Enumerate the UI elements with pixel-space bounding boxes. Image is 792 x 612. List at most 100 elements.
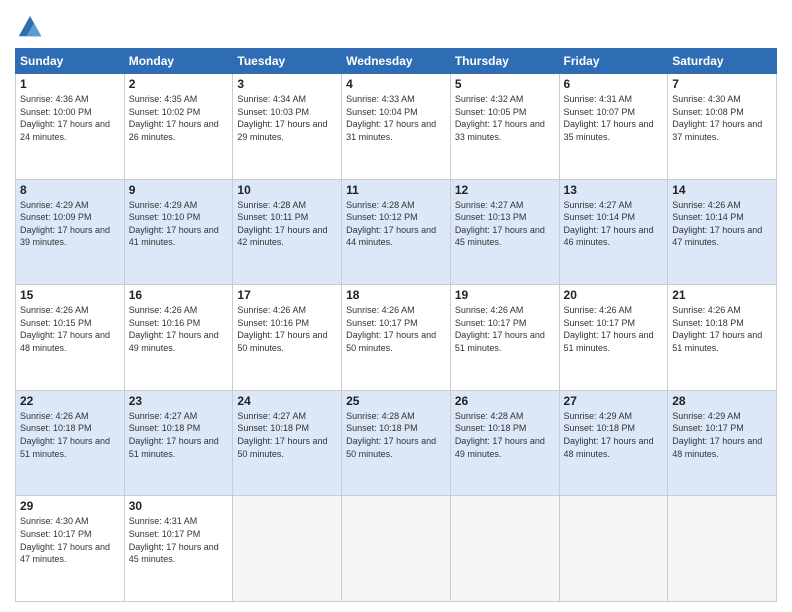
day-cell: 24 Sunrise: 4:27 AM Sunset: 10:18 PM Day… bbox=[233, 390, 342, 496]
day-info: Sunrise: 4:29 AM Sunset: 10:10 PM Daylig… bbox=[129, 199, 229, 249]
day-cell: 23 Sunrise: 4:27 AM Sunset: 10:18 PM Day… bbox=[124, 390, 233, 496]
day-cell: 8 Sunrise: 4:29 AM Sunset: 10:09 PM Dayl… bbox=[16, 179, 125, 285]
day-cell bbox=[233, 496, 342, 602]
day-cell: 20 Sunrise: 4:26 AM Sunset: 10:17 PM Day… bbox=[559, 285, 668, 391]
day-number: 10 bbox=[237, 183, 337, 197]
day-cell: 14 Sunrise: 4:26 AM Sunset: 10:14 PM Day… bbox=[668, 179, 777, 285]
day-info: Sunrise: 4:30 AM Sunset: 10:08 PM Daylig… bbox=[672, 93, 772, 143]
day-cell: 13 Sunrise: 4:27 AM Sunset: 10:14 PM Day… bbox=[559, 179, 668, 285]
day-info: Sunrise: 4:26 AM Sunset: 10:17 PM Daylig… bbox=[346, 304, 446, 354]
day-number: 1 bbox=[20, 77, 120, 91]
col-header-wednesday: Wednesday bbox=[342, 49, 451, 74]
day-cell: 22 Sunrise: 4:26 AM Sunset: 10:18 PM Day… bbox=[16, 390, 125, 496]
day-number: 23 bbox=[129, 394, 229, 408]
day-cell: 10 Sunrise: 4:28 AM Sunset: 10:11 PM Day… bbox=[233, 179, 342, 285]
day-cell: 6 Sunrise: 4:31 AM Sunset: 10:07 PM Dayl… bbox=[559, 74, 668, 180]
day-info: Sunrise: 4:31 AM Sunset: 10:17 PM Daylig… bbox=[129, 515, 229, 565]
day-number: 30 bbox=[129, 499, 229, 513]
week-row-2: 8 Sunrise: 4:29 AM Sunset: 10:09 PM Dayl… bbox=[16, 179, 777, 285]
day-cell bbox=[450, 496, 559, 602]
week-row-1: 1 Sunrise: 4:36 AM Sunset: 10:00 PM Dayl… bbox=[16, 74, 777, 180]
day-info: Sunrise: 4:29 AM Sunset: 10:09 PM Daylig… bbox=[20, 199, 120, 249]
day-number: 27 bbox=[564, 394, 664, 408]
day-number: 4 bbox=[346, 77, 446, 91]
day-number: 8 bbox=[20, 183, 120, 197]
day-info: Sunrise: 4:26 AM Sunset: 10:16 PM Daylig… bbox=[237, 304, 337, 354]
day-number: 14 bbox=[672, 183, 772, 197]
day-number: 22 bbox=[20, 394, 120, 408]
day-info: Sunrise: 4:34 AM Sunset: 10:03 PM Daylig… bbox=[237, 93, 337, 143]
week-row-5: 29 Sunrise: 4:30 AM Sunset: 10:17 PM Day… bbox=[16, 496, 777, 602]
day-cell bbox=[559, 496, 668, 602]
page: SundayMondayTuesdayWednesdayThursdayFrid… bbox=[0, 0, 792, 612]
day-info: Sunrise: 4:26 AM Sunset: 10:17 PM Daylig… bbox=[564, 304, 664, 354]
calendar: SundayMondayTuesdayWednesdayThursdayFrid… bbox=[15, 48, 777, 602]
day-cell: 15 Sunrise: 4:26 AM Sunset: 10:15 PM Day… bbox=[16, 285, 125, 391]
day-info: Sunrise: 4:28 AM Sunset: 10:18 PM Daylig… bbox=[346, 410, 446, 460]
day-number: 13 bbox=[564, 183, 664, 197]
day-info: Sunrise: 4:29 AM Sunset: 10:17 PM Daylig… bbox=[672, 410, 772, 460]
day-info: Sunrise: 4:27 AM Sunset: 10:14 PM Daylig… bbox=[564, 199, 664, 249]
day-cell: 4 Sunrise: 4:33 AM Sunset: 10:04 PM Dayl… bbox=[342, 74, 451, 180]
day-number: 18 bbox=[346, 288, 446, 302]
day-info: Sunrise: 4:35 AM Sunset: 10:02 PM Daylig… bbox=[129, 93, 229, 143]
day-info: Sunrise: 4:29 AM Sunset: 10:18 PM Daylig… bbox=[564, 410, 664, 460]
day-number: 6 bbox=[564, 77, 664, 91]
day-cell: 30 Sunrise: 4:31 AM Sunset: 10:17 PM Day… bbox=[124, 496, 233, 602]
day-cell bbox=[668, 496, 777, 602]
day-info: Sunrise: 4:30 AM Sunset: 10:17 PM Daylig… bbox=[20, 515, 120, 565]
day-info: Sunrise: 4:26 AM Sunset: 10:16 PM Daylig… bbox=[129, 304, 229, 354]
logo bbox=[15, 10, 49, 40]
day-number: 25 bbox=[346, 394, 446, 408]
day-cell: 29 Sunrise: 4:30 AM Sunset: 10:17 PM Day… bbox=[16, 496, 125, 602]
day-number: 11 bbox=[346, 183, 446, 197]
day-cell: 19 Sunrise: 4:26 AM Sunset: 10:17 PM Day… bbox=[450, 285, 559, 391]
day-info: Sunrise: 4:36 AM Sunset: 10:00 PM Daylig… bbox=[20, 93, 120, 143]
day-info: Sunrise: 4:32 AM Sunset: 10:05 PM Daylig… bbox=[455, 93, 555, 143]
day-cell: 12 Sunrise: 4:27 AM Sunset: 10:13 PM Day… bbox=[450, 179, 559, 285]
day-cell: 17 Sunrise: 4:26 AM Sunset: 10:16 PM Day… bbox=[233, 285, 342, 391]
header-row: SundayMondayTuesdayWednesdayThursdayFrid… bbox=[16, 49, 777, 74]
day-number: 12 bbox=[455, 183, 555, 197]
day-cell: 26 Sunrise: 4:28 AM Sunset: 10:18 PM Day… bbox=[450, 390, 559, 496]
day-number: 20 bbox=[564, 288, 664, 302]
day-cell: 2 Sunrise: 4:35 AM Sunset: 10:02 PM Dayl… bbox=[124, 74, 233, 180]
day-cell: 9 Sunrise: 4:29 AM Sunset: 10:10 PM Dayl… bbox=[124, 179, 233, 285]
day-cell: 1 Sunrise: 4:36 AM Sunset: 10:00 PM Dayl… bbox=[16, 74, 125, 180]
day-info: Sunrise: 4:33 AM Sunset: 10:04 PM Daylig… bbox=[346, 93, 446, 143]
day-number: 15 bbox=[20, 288, 120, 302]
day-info: Sunrise: 4:26 AM Sunset: 10:18 PM Daylig… bbox=[672, 304, 772, 354]
day-cell: 25 Sunrise: 4:28 AM Sunset: 10:18 PM Day… bbox=[342, 390, 451, 496]
day-cell: 16 Sunrise: 4:26 AM Sunset: 10:16 PM Day… bbox=[124, 285, 233, 391]
day-info: Sunrise: 4:27 AM Sunset: 10:18 PM Daylig… bbox=[237, 410, 337, 460]
day-info: Sunrise: 4:26 AM Sunset: 10:14 PM Daylig… bbox=[672, 199, 772, 249]
day-number: 16 bbox=[129, 288, 229, 302]
day-number: 7 bbox=[672, 77, 772, 91]
day-info: Sunrise: 4:28 AM Sunset: 10:18 PM Daylig… bbox=[455, 410, 555, 460]
day-info: Sunrise: 4:27 AM Sunset: 10:18 PM Daylig… bbox=[129, 410, 229, 460]
col-header-friday: Friday bbox=[559, 49, 668, 74]
day-number: 26 bbox=[455, 394, 555, 408]
week-row-3: 15 Sunrise: 4:26 AM Sunset: 10:15 PM Day… bbox=[16, 285, 777, 391]
day-info: Sunrise: 4:26 AM Sunset: 10:18 PM Daylig… bbox=[20, 410, 120, 460]
day-cell: 11 Sunrise: 4:28 AM Sunset: 10:12 PM Day… bbox=[342, 179, 451, 285]
day-number: 19 bbox=[455, 288, 555, 302]
header bbox=[15, 10, 777, 40]
col-header-thursday: Thursday bbox=[450, 49, 559, 74]
day-cell: 5 Sunrise: 4:32 AM Sunset: 10:05 PM Dayl… bbox=[450, 74, 559, 180]
day-info: Sunrise: 4:26 AM Sunset: 10:17 PM Daylig… bbox=[455, 304, 555, 354]
day-number: 21 bbox=[672, 288, 772, 302]
day-info: Sunrise: 4:31 AM Sunset: 10:07 PM Daylig… bbox=[564, 93, 664, 143]
day-cell bbox=[342, 496, 451, 602]
col-header-tuesday: Tuesday bbox=[233, 49, 342, 74]
day-number: 28 bbox=[672, 394, 772, 408]
day-number: 24 bbox=[237, 394, 337, 408]
day-info: Sunrise: 4:28 AM Sunset: 10:11 PM Daylig… bbox=[237, 199, 337, 249]
day-number: 3 bbox=[237, 77, 337, 91]
day-cell: 18 Sunrise: 4:26 AM Sunset: 10:17 PM Day… bbox=[342, 285, 451, 391]
col-header-monday: Monday bbox=[124, 49, 233, 74]
day-cell: 27 Sunrise: 4:29 AM Sunset: 10:18 PM Day… bbox=[559, 390, 668, 496]
day-cell: 21 Sunrise: 4:26 AM Sunset: 10:18 PM Day… bbox=[668, 285, 777, 391]
day-number: 29 bbox=[20, 499, 120, 513]
logo-icon bbox=[15, 10, 45, 40]
